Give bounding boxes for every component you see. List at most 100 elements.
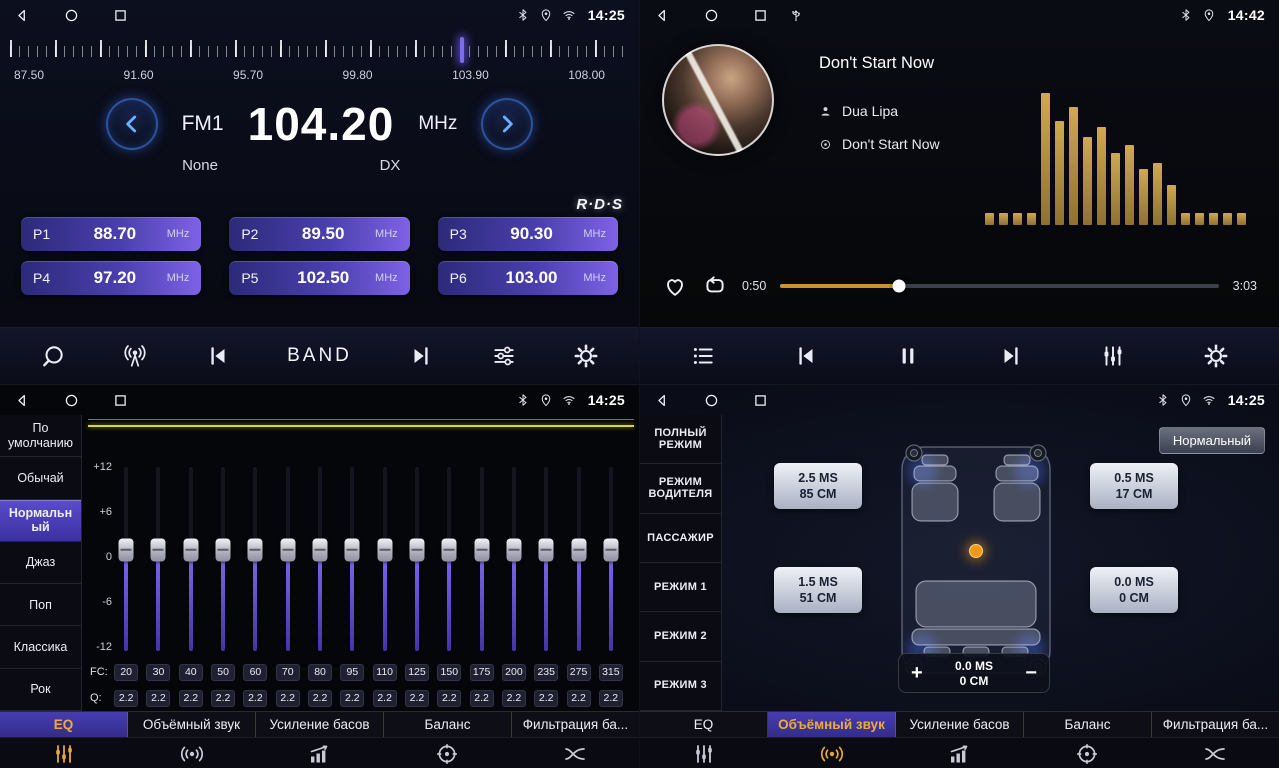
nav-recents-icon[interactable] bbox=[752, 7, 769, 24]
eq-band-slider[interactable] bbox=[595, 467, 627, 651]
eq-band-slider[interactable] bbox=[142, 467, 174, 651]
eq-preset-item[interactable]: Поп bbox=[0, 584, 81, 626]
tuner-pointer[interactable] bbox=[460, 37, 464, 63]
eq-band-slider[interactable] bbox=[369, 467, 401, 651]
eq-slider-handle[interactable] bbox=[151, 538, 166, 561]
preset-button[interactable]: P6 103.00 MHz bbox=[438, 261, 618, 295]
eq-preset-item[interactable]: Классика bbox=[0, 626, 81, 668]
tab-balance-icon-button[interactable] bbox=[1023, 738, 1151, 768]
eq-band-slider[interactable] bbox=[239, 467, 271, 651]
eq-band-slider[interactable] bbox=[433, 467, 465, 651]
mixer-button[interactable] bbox=[1100, 343, 1126, 369]
preset-button[interactable]: P4 97.20 MHz bbox=[21, 261, 201, 295]
tab-eq-icon-button[interactable] bbox=[640, 738, 768, 768]
nav-back-icon[interactable] bbox=[654, 392, 671, 409]
eq-slider-handle[interactable] bbox=[442, 538, 457, 561]
previous-track-button[interactable] bbox=[793, 343, 819, 369]
tab-bass-icon-button[interactable] bbox=[896, 738, 1024, 768]
nav-home-icon[interactable] bbox=[63, 7, 80, 24]
settings-button[interactable] bbox=[1203, 343, 1229, 369]
eq-band-slider[interactable] bbox=[401, 467, 433, 651]
eq-slider-handle[interactable] bbox=[216, 538, 231, 561]
scan-button[interactable] bbox=[40, 343, 66, 369]
tune-down-button[interactable] bbox=[106, 98, 158, 150]
increase-delay-button[interactable]: + bbox=[911, 663, 923, 683]
nav-recents-icon[interactable] bbox=[112, 7, 129, 24]
settings-button[interactable] bbox=[573, 343, 599, 369]
listening-mode-item[interactable]: ПАССАЖИР bbox=[640, 514, 721, 563]
next-track-button[interactable] bbox=[998, 343, 1024, 369]
tune-up-button[interactable] bbox=[481, 98, 533, 150]
nav-home-icon[interactable] bbox=[63, 392, 80, 409]
tab-balance-icon-button[interactable] bbox=[383, 738, 511, 768]
sound-tab[interactable]: Фильтрация ба... bbox=[512, 712, 639, 737]
band-button[interactable]: BAND bbox=[287, 345, 352, 367]
tab-eq-icon-button[interactable] bbox=[0, 738, 128, 768]
eq-slider-handle[interactable] bbox=[377, 538, 392, 561]
eq-band-slider[interactable] bbox=[207, 467, 239, 651]
seek-next-button[interactable] bbox=[408, 343, 434, 369]
eq-slider-handle[interactable] bbox=[280, 538, 295, 561]
sound-tab[interactable]: Объёмный звук bbox=[768, 712, 896, 737]
delay-card-rear-left[interactable]: 1.5 MS 51 CM bbox=[774, 567, 862, 613]
listening-mode-item[interactable]: ПОЛНЫЙ РЕЖИМ bbox=[640, 415, 721, 464]
sound-tab[interactable]: Баланс bbox=[384, 712, 512, 737]
favorite-button[interactable] bbox=[662, 273, 688, 299]
eq-slider-handle[interactable] bbox=[183, 538, 198, 561]
eq-band-slider[interactable] bbox=[175, 467, 207, 651]
tab-surround-icon-button[interactable] bbox=[768, 738, 896, 768]
tab-filter-icon-button[interactable] bbox=[511, 738, 639, 768]
sound-tab[interactable]: Фильтрация ба... bbox=[1152, 712, 1279, 737]
tab-surround-icon-button[interactable] bbox=[128, 738, 256, 768]
eq-band-slider[interactable] bbox=[562, 467, 594, 651]
eq-slider-handle[interactable] bbox=[474, 538, 489, 561]
eq-preset-item[interactable]: Джаз bbox=[0, 542, 81, 584]
preset-button[interactable]: P5 102.50 MHz bbox=[229, 261, 409, 295]
playlist-button[interactable] bbox=[690, 343, 716, 369]
eq-slider-handle[interactable] bbox=[506, 538, 521, 561]
nav-back-icon[interactable] bbox=[14, 392, 31, 409]
eq-band-slider[interactable] bbox=[304, 467, 336, 651]
sound-tab[interactable]: EQ bbox=[0, 712, 128, 737]
progress-bar[interactable] bbox=[780, 284, 1218, 288]
nav-back-icon[interactable] bbox=[654, 7, 671, 24]
broadcast-button[interactable] bbox=[122, 343, 148, 369]
sound-tab[interactable]: Объёмный звук bbox=[128, 712, 256, 737]
progress-thumb[interactable] bbox=[892, 280, 905, 293]
delay-card-front-left[interactable]: 2.5 MS 85 CM bbox=[774, 463, 862, 509]
listening-mode-item[interactable]: РЕЖИМ 2 bbox=[640, 612, 721, 661]
equalizer-button[interactable] bbox=[491, 343, 517, 369]
eq-slider-handle[interactable] bbox=[571, 538, 586, 561]
preset-button[interactable]: P1 88.70 MHz bbox=[21, 217, 201, 251]
eq-slider-handle[interactable] bbox=[345, 538, 360, 561]
listening-position-marker[interactable] bbox=[970, 545, 983, 558]
delay-card-rear-right[interactable]: 0.0 MS 0 CM bbox=[1090, 567, 1178, 613]
eq-preset-item[interactable]: Рок bbox=[0, 669, 81, 711]
listening-mode-item[interactable]: РЕЖИМ 3 bbox=[640, 662, 721, 711]
delay-card-front-right[interactable]: 0.5 MS 17 CM bbox=[1090, 463, 1178, 509]
preset-button[interactable]: P2 89.50 MHz bbox=[229, 217, 409, 251]
listening-mode-item[interactable]: РЕЖИМ ВОДИТЕЛЯ bbox=[640, 464, 721, 513]
eq-band-slider[interactable] bbox=[272, 467, 304, 651]
sound-tab[interactable]: EQ bbox=[640, 712, 768, 737]
sound-tab[interactable]: Усиление басов bbox=[896, 712, 1024, 737]
tuner-scale[interactable] bbox=[10, 37, 629, 65]
sound-tab[interactable]: Баланс bbox=[1024, 712, 1152, 737]
eq-preset-item[interactable]: По умолчанию bbox=[0, 415, 81, 457]
eq-slider-handle[interactable] bbox=[409, 538, 424, 561]
preset-button[interactable]: P3 90.30 MHz bbox=[438, 217, 618, 251]
listening-mode-item[interactable]: РЕЖИМ 1 bbox=[640, 563, 721, 612]
nav-home-icon[interactable] bbox=[703, 392, 720, 409]
eq-band-slider[interactable] bbox=[465, 467, 497, 651]
seek-previous-button[interactable] bbox=[205, 343, 231, 369]
eq-band-slider[interactable] bbox=[336, 467, 368, 651]
repeat-button[interactable] bbox=[702, 273, 728, 299]
eq-band-slider[interactable] bbox=[110, 467, 142, 651]
profile-button[interactable]: Нормальный bbox=[1159, 427, 1265, 454]
eq-slider-handle[interactable] bbox=[603, 538, 618, 561]
eq-preset-item[interactable]: Обычай bbox=[0, 457, 81, 499]
eq-band-slider[interactable] bbox=[498, 467, 530, 651]
eq-slider-handle[interactable] bbox=[119, 538, 134, 561]
tab-filter-icon-button[interactable] bbox=[1151, 738, 1279, 768]
eq-band-slider[interactable] bbox=[530, 467, 562, 651]
